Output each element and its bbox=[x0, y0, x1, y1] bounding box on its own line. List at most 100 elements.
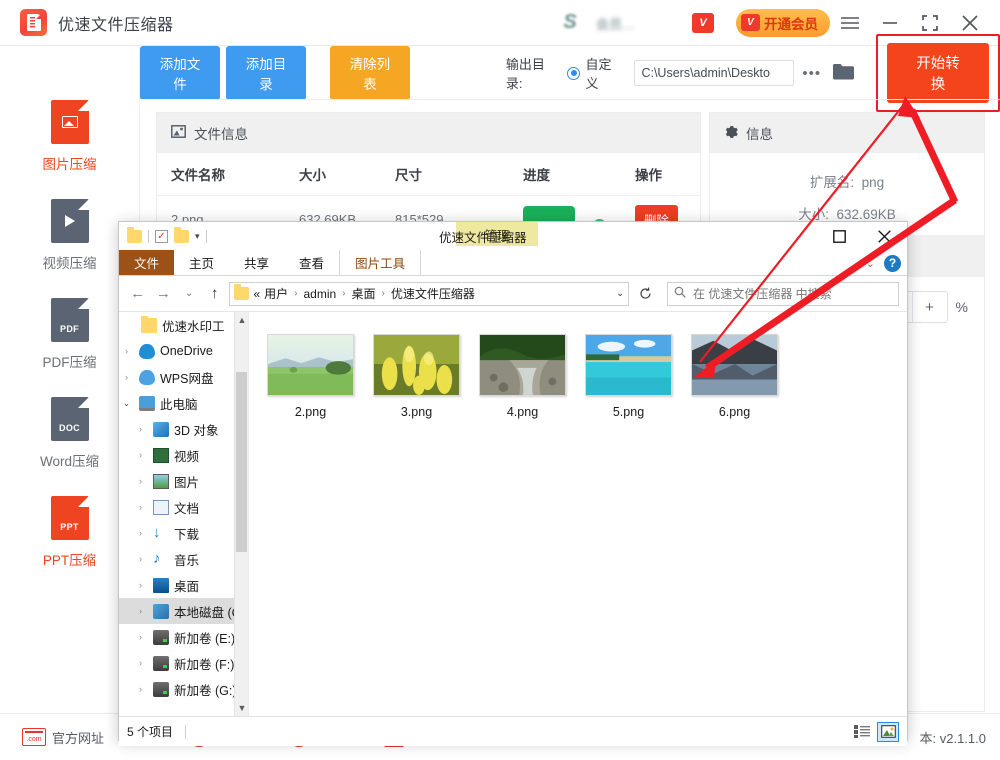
search-input[interactable]: 在 优速文件压缩器 中搜索 bbox=[667, 282, 899, 306]
list-item[interactable]: 3.png bbox=[373, 334, 460, 419]
chevron-down-icon[interactable]: ⌄ bbox=[119, 398, 134, 409]
tree-item-volume-e[interactable]: › 新加卷 (E:) bbox=[119, 624, 248, 650]
col-name: 文件名称 bbox=[157, 164, 299, 184]
chevron-right-icon[interactable]: › bbox=[133, 424, 148, 434]
percent-unit-label: % bbox=[956, 299, 968, 315]
tree-item-watermark[interactable]: 优速水印工 bbox=[119, 312, 248, 338]
tab-view[interactable]: 查看 bbox=[284, 250, 339, 275]
open-vip-label: 开通会员 bbox=[764, 13, 818, 33]
sidebar-label-image: 图片压缩 bbox=[43, 153, 97, 173]
partner-logo-blurred: S bbox=[548, 12, 592, 34]
large-icons-view-icon[interactable] bbox=[877, 722, 899, 742]
chevron-right-icon[interactable]: › bbox=[119, 372, 134, 382]
tree-item-volume-g[interactable]: › 新加卷 (G:) bbox=[119, 676, 248, 702]
add-folder-button[interactable]: 添加目录 bbox=[226, 46, 306, 100]
chevron-right-icon[interactable]: › bbox=[133, 450, 148, 460]
sidebar-item-image[interactable]: 图片压缩 bbox=[0, 100, 139, 173]
recent-locations-icon[interactable]: ⌄ bbox=[178, 282, 200, 306]
tab-file[interactable]: 文件 bbox=[119, 250, 174, 275]
breadcrumb-users[interactable]: 用户 bbox=[264, 285, 288, 302]
new-folder-icon[interactable] bbox=[174, 230, 189, 243]
search-placeholder: 在 优速文件压缩器 中搜索 bbox=[693, 285, 832, 302]
quality-plus-button[interactable]: + bbox=[913, 292, 947, 322]
chevron-right-icon[interactable]: › bbox=[133, 502, 148, 512]
tree-item-3d-objects[interactable]: › 3D 对象 bbox=[119, 416, 248, 442]
add-file-button[interactable]: 添加文件 bbox=[140, 46, 220, 100]
toolbar-divider bbox=[140, 99, 1000, 100]
chevron-down-icon[interactable]: ⌄ bbox=[616, 288, 624, 299]
list-item[interactable]: 4.png bbox=[479, 334, 566, 419]
start-convert-button[interactable]: 开始转换 bbox=[887, 43, 989, 103]
tree-item-documents[interactable]: › 文档 bbox=[119, 494, 248, 520]
ellipsis-icon[interactable]: ••• bbox=[802, 65, 821, 82]
tree-item-this-pc[interactable]: ⌄ 此电脑 bbox=[119, 390, 248, 416]
tab-picture-tools[interactable]: 图片工具 bbox=[339, 250, 421, 275]
address-prefix: « bbox=[253, 287, 260, 301]
breadcrumb-admin[interactable]: admin bbox=[303, 287, 336, 301]
tree-item-downloads[interactable]: › 下载 bbox=[119, 520, 248, 546]
maximize-icon[interactable] bbox=[817, 222, 862, 250]
vip-badge-icon[interactable]: V bbox=[692, 13, 714, 33]
breadcrumb-folder[interactable]: 优速文件压缩器 bbox=[391, 285, 475, 302]
tree-label: 下载 bbox=[174, 524, 199, 543]
chevron-right-icon[interactable]: › bbox=[133, 554, 148, 564]
chevron-right-icon[interactable]: › bbox=[133, 528, 148, 538]
tab-home[interactable]: 主页 bbox=[174, 250, 229, 275]
tree-item-videos[interactable]: › 视频 bbox=[119, 442, 248, 468]
tree-item-music[interactable]: › 音乐 bbox=[119, 546, 248, 572]
drive-icon bbox=[153, 630, 169, 645]
chevron-down-icon[interactable]: ⌄ bbox=[866, 257, 875, 270]
list-item[interactable]: 5.png bbox=[585, 334, 672, 419]
close-icon[interactable] bbox=[862, 222, 907, 250]
help-icon[interactable]: ? bbox=[884, 255, 901, 272]
chevron-right-icon[interactable]: › bbox=[133, 632, 148, 642]
refresh-icon[interactable] bbox=[633, 282, 657, 306]
back-arrow-icon[interactable]: ← bbox=[127, 282, 149, 306]
custom-output-radio[interactable] bbox=[567, 67, 580, 80]
chevron-right-icon[interactable]: › bbox=[133, 476, 148, 486]
scroll-up-icon[interactable]: ▲ bbox=[235, 312, 249, 328]
size-value: 632.69KB bbox=[836, 207, 895, 222]
tree-item-wps[interactable]: › WPS网盘 bbox=[119, 364, 248, 390]
chevron-right-icon[interactable]: › bbox=[119, 346, 134, 356]
tree-item-local-disk-c[interactable]: › 本地磁盘 (C bbox=[119, 598, 248, 624]
tab-share[interactable]: 共享 bbox=[229, 250, 284, 275]
3d-objects-icon bbox=[153, 422, 169, 437]
chevron-right-icon[interactable]: › bbox=[133, 684, 148, 694]
forward-arrow-icon[interactable]: → bbox=[153, 282, 175, 306]
list-item[interactable]: 2.png bbox=[267, 334, 354, 419]
chevron-right-icon[interactable]: › bbox=[133, 606, 148, 616]
chevron-right-icon[interactable]: › bbox=[133, 658, 148, 668]
tree-item-onedrive[interactable]: › OneDrive bbox=[119, 338, 248, 364]
open-vip-button[interactable]: V 开通会员 bbox=[736, 9, 830, 37]
chevron-down-icon[interactable]: ▾ bbox=[195, 231, 200, 242]
up-arrow-icon[interactable]: ↑ bbox=[204, 282, 226, 306]
list-item[interactable]: 6.png bbox=[691, 334, 778, 419]
address-bar-input[interactable]: « 用户 › admin › 桌面 › 优速文件压缩器 ⌄ bbox=[229, 282, 629, 306]
sidebar-label-video: 视频压缩 bbox=[43, 252, 97, 272]
tree-label: 3D 对象 bbox=[174, 420, 218, 439]
scrollbar-thumb[interactable] bbox=[236, 372, 247, 552]
folder-icon[interactable] bbox=[127, 230, 142, 243]
chevron-right-icon[interactable]: › bbox=[133, 580, 148, 590]
clear-list-button[interactable]: 清除列表 bbox=[330, 46, 410, 100]
custom-output-label: 自定义 bbox=[585, 54, 624, 92]
tree-item-volume-f[interactable]: › 新加卷 (F:) bbox=[119, 650, 248, 676]
navigation-scrollbar[interactable]: ▲ ▼ bbox=[234, 312, 248, 716]
properties-checkbox-icon[interactable]: ✓ bbox=[155, 230, 168, 243]
app-title: 优速文件压缩器 bbox=[58, 11, 174, 35]
col-size: 大小 bbox=[299, 164, 395, 184]
breadcrumb-desktop[interactable]: 桌面 bbox=[352, 285, 376, 302]
official-website-link[interactable]: .com 官方网址 bbox=[22, 728, 104, 747]
details-view-icon[interactable] bbox=[851, 722, 873, 742]
tree-item-pictures[interactable]: › 图片 bbox=[119, 468, 248, 494]
folder-icon[interactable] bbox=[833, 63, 854, 83]
desktop-icon bbox=[153, 578, 169, 593]
gear-icon bbox=[724, 125, 738, 142]
ribbon-tab-bar: 文件 主页 共享 查看 图片工具 ⌄ ? bbox=[119, 250, 907, 276]
video-file-icon bbox=[51, 199, 89, 243]
scroll-down-icon[interactable]: ▼ bbox=[235, 700, 249, 716]
output-path-input[interactable]: C:\Users\admin\Deskto bbox=[634, 60, 794, 86]
search-icon bbox=[674, 286, 686, 301]
tree-item-desktop[interactable]: › 桌面 bbox=[119, 572, 248, 598]
